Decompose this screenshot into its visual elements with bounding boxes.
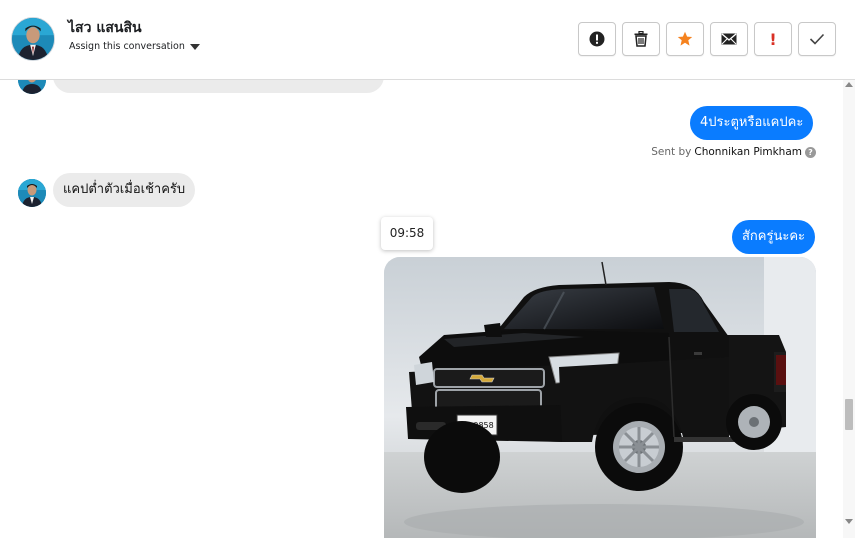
mark-spam-button[interactable] [578,22,616,56]
person-icon [18,179,46,207]
person-icon [18,80,46,94]
scroll-up-arrow-icon[interactable] [845,82,853,87]
contact-name: ไสว แสนสิน [68,20,142,36]
message-timestamp: 09:58 [381,217,433,250]
sender-avatar [18,179,46,207]
header-actions: ! [578,22,836,56]
star-button[interactable] [666,22,704,56]
outgoing-message[interactable]: สักครู่นะคะ [732,220,816,254]
message-thread[interactable]: เข้าหลายวันจะแล้วคนกลางมองแลวแลนมาถะมาลา… [0,80,843,538]
exclamation-icon: ! [769,29,777,49]
outgoing-message[interactable]: 4ประตูหรือแคปคะ [690,106,814,140]
alert-circle-icon [589,31,605,47]
conversation-header: ไสว แสนสิน Assign this conversation ! [0,0,855,80]
contact-avatar[interactable] [11,17,55,61]
scrollbar-thumb[interactable] [845,399,853,430]
follow-up-button[interactable]: ! [754,22,792,56]
sent-by-prefix: Sent by [651,146,692,158]
scroll-down-arrow-icon[interactable] [845,519,853,524]
assign-label: Assign this conversation [69,41,185,52]
assign-conversation-dropdown[interactable]: Assign this conversation [69,41,200,52]
checkmark-icon [809,33,825,45]
conversation-window: ไสว แสนสิน Assign this conversation ! 4ป… [0,0,855,538]
person-icon [12,18,54,60]
trash-icon [634,31,648,47]
mark-done-button[interactable] [798,22,836,56]
caret-down-icon [189,43,200,50]
help-icon[interactable]: ? [805,146,816,158]
star-icon [677,31,693,46]
sender-name: Chonnikan Pimkham [694,146,802,158]
sender-avatar [18,80,46,94]
envelope-icon [721,33,737,45]
pickup-truck-photo: ษษ 9858 [384,257,816,538]
incoming-message[interactable]: เข้าหลายวันจะแล้วคนกลางมองแลวแลนมาถะมาลา… [53,80,385,93]
sent-by-info: Sent by Chonnikan Pimkham ? [651,146,816,158]
incoming-message[interactable]: แคปต่ำตัวเมื่อเช้าครับ [53,173,196,207]
delete-button[interactable] [622,22,660,56]
mark-unread-button[interactable] [710,22,748,56]
image-attachment[interactable]: ษษ 9858 [384,257,816,538]
vertical-scrollbar[interactable] [843,80,855,538]
